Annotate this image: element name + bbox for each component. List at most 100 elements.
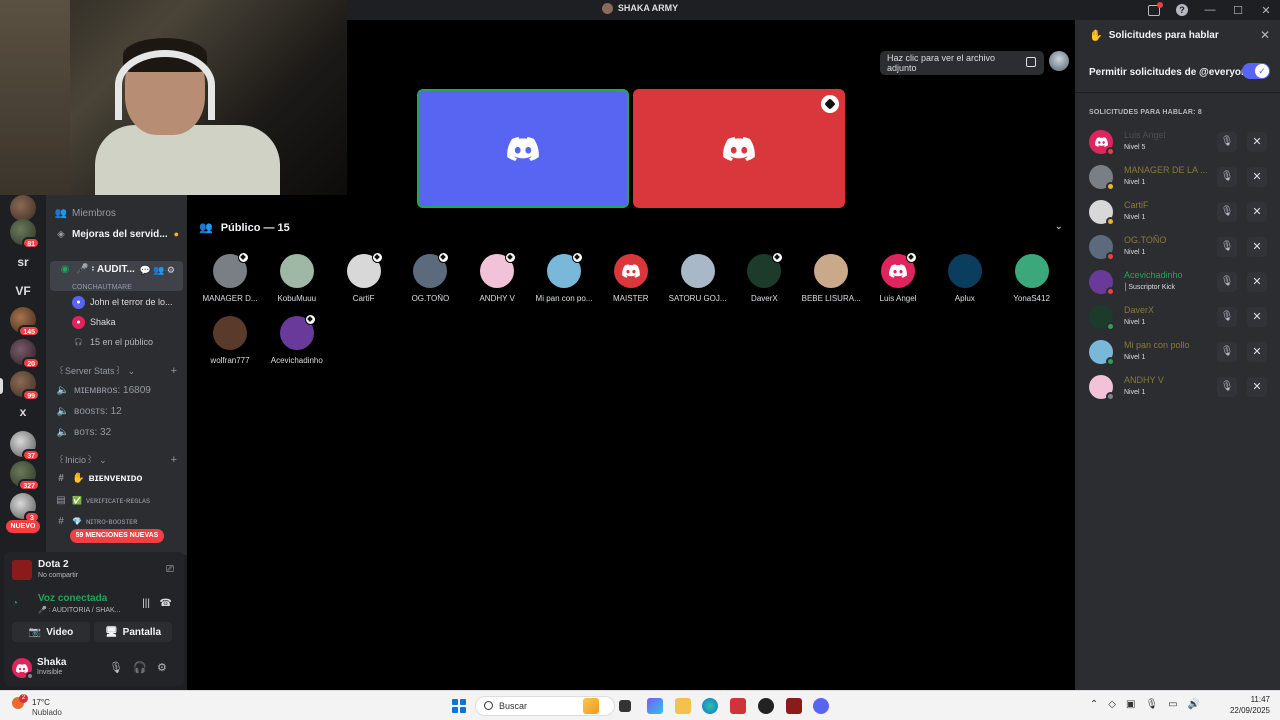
invite-to-speak-button[interactable]: 🎙 [1217,132,1237,152]
settings-gear-icon[interactable]: ⚙ [157,661,167,674]
signal-icon[interactable]: ◔ [12,598,18,609]
dismiss-request-button[interactable]: ✕ [1247,167,1267,187]
attachment-button[interactable]: Haz clic para ver el archivo adjunto [880,51,1044,75]
server-icon-6[interactable]: 20 [10,339,40,369]
audience-member[interactable]: MAISTER [598,254,664,310]
members-item[interactable]: 👥 Miembros [46,204,187,222]
channel-actions[interactable]: 💬 👥 ⚙ [140,265,175,276]
stat-channel[interactable]: 🔈 ʙᴏᴏsᴛs: 12 [46,402,187,420]
copilot-icon[interactable] [647,698,663,714]
dismiss-request-button[interactable]: ✕ [1247,202,1267,222]
invite-to-speak-button[interactable]: 🎙 [1217,307,1237,327]
mic-icon[interactable]: 🎙 [109,661,123,674]
server-icon-x[interactable]: x [10,399,36,425]
weather-widget[interactable]: 2 17°C Nublado [8,694,68,717]
start-button[interactable] [452,699,466,713]
audience-member[interactable]: DaverX [731,252,797,310]
video-button[interactable]: 📷 Video [12,622,90,642]
server-icon-5[interactable]: 145 [10,307,40,337]
speak-request-row[interactable]: Mi pan con pollo Nivel 1 🎙 ✕ [1075,334,1280,369]
network-icon[interactable]: ▭ [1168,699,1177,710]
noise-suppression-icon[interactable]: ||| [142,598,150,609]
speaker-tile-1[interactable] [417,89,629,208]
invite-to-speak-button[interactable]: 🎙 [1217,202,1237,222]
audience-member[interactable]: Aplux [932,254,998,310]
audience-member[interactable]: KobuMuuu [264,254,330,310]
server-icon-sr[interactable]: sr [10,249,36,275]
category-server-stats[interactable]: ꒰Server Stats꒱ ⌄ + [46,362,187,380]
audience-member[interactable]: ANDHY V [464,252,530,310]
dismiss-request-button[interactable]: ✕ [1247,377,1267,397]
speak-request-row[interactable]: CartiF Nivel 1 🎙 ✕ [1075,194,1280,229]
close-button[interactable]: ✕ [1252,4,1280,17]
audience-member[interactable]: BEBE LISURA... [798,254,864,310]
invite-to-speak-button[interactable]: 🎙 [1217,377,1237,397]
speak-request-row[interactable]: Luis Angel Nivel 5 🎙 ✕ [1075,124,1280,159]
voice-user[interactable]: ● John el terror de lo... [72,293,187,311]
server-icon-2[interactable]: 81 [10,219,40,249]
chevron-up-icon[interactable]: ⌃ [1090,699,1098,710]
boosts-item[interactable]: ◈ Mejoras del servid... ● [46,225,187,243]
server-icon-10[interactable]: 327 [10,461,40,491]
dismiss-request-button[interactable]: ✕ [1247,342,1267,362]
discord-taskbar-icon[interactable] [813,698,829,714]
audience-member[interactable]: Acevichadinho [264,314,330,372]
dismiss-request-button[interactable]: ✕ [1247,272,1267,292]
tray-app-icon[interactable]: ▣ [1126,699,1135,710]
channel-verificate[interactable]: ▤ ✅ ᴠᴇʀɪꜰɪᴄᴀᴛᴇ-ʀᴇɢʟᴀs [46,491,187,509]
server-icon-vf[interactable]: VF [10,278,36,304]
speaker-tile-2[interactable] [633,89,845,208]
dismiss-request-button[interactable]: ✕ [1247,307,1267,327]
audience-count[interactable]: 🎧 15 en el público [72,333,187,351]
help-icon[interactable]: ? [1176,4,1188,16]
dismiss-request-button[interactable]: ✕ [1247,132,1267,152]
screen-share-button[interactable]: 🖥 Pantalla [94,622,172,642]
inbox-icon[interactable] [1148,1,1163,16]
add-channel-icon[interactable]: + [171,454,177,466]
file-explorer-icon[interactable] [675,698,691,714]
speak-request-row[interactable]: OG.TOÑO Nivel 1 🎙 ✕ [1075,229,1280,264]
stat-channel[interactable]: 🔈 ʙᴏᴛs: 32 [46,423,187,441]
minimize-button[interactable]: — [1196,4,1224,16]
audience-member[interactable]: OG.TOÑO [397,252,463,310]
audience-member[interactable]: Mi pan con po... [531,252,597,310]
category-inicio[interactable]: ꒰Inicio꒱ ⌄ + [46,451,187,469]
headphones-icon[interactable]: 🎧 [133,661,147,674]
add-channel-icon[interactable]: + [171,365,177,377]
channel-bienvenido[interactable]: # ✋ ʙɪᴇɴᴠᴇɴɪᴅᴏ [46,469,187,487]
speak-request-row[interactable]: Acevichadinho │Suscriptor Kick 🎙 ✕ [1075,264,1280,299]
stream-game-icon[interactable]: ⎚ [166,564,174,575]
audience-member[interactable]: YonaS412 [999,254,1065,310]
speak-request-row[interactable]: ANDHY V Nivel 1 🎙 ✕ [1075,369,1280,404]
stat-channel[interactable]: 🔈 ᴍɪᴇᴍʙʀᴏs: 16809 [46,381,187,399]
channel-nitro[interactable]: # 💎 ɴɪᴛʀᴏ-ʙᴏᴏsᴛᴇʀ [46,512,187,530]
user-name[interactable]: Shaka [37,657,66,668]
new-mentions-pill[interactable]: 59 MENCIONES NUEVAS [70,529,164,543]
voice-user[interactable]: ● Shaka [72,313,187,331]
disconnect-icon[interactable]: ☎ [160,598,172,609]
obs-icon[interactable] [758,698,774,714]
task-view-icon[interactable] [619,700,631,712]
avatar[interactable] [12,658,34,680]
invite-to-speak-button[interactable]: 🎙 [1217,272,1237,292]
dismiss-request-button[interactable]: ✕ [1247,237,1267,257]
invite-to-speak-button[interactable]: 🎙 [1217,237,1237,257]
allow-requests-toggle[interactable] [1242,63,1270,79]
dota2-icon[interactable] [786,698,802,714]
audience-member[interactable]: Luis Angel [865,252,931,310]
avatar[interactable] [1049,51,1069,71]
chevron-down-icon[interactable]: ⌄ [1055,221,1063,232]
close-icon[interactable]: ✕ [1260,28,1270,42]
edge-browser-icon[interactable] [702,698,718,714]
volume-icon[interactable]: 🔊 [1188,699,1200,710]
server-icon-9[interactable]: 37 [10,431,40,461]
server-icon-7[interactable]: 99 [10,371,40,401]
speak-request-row[interactable]: DaverX Nivel 1 🎙 ✕ [1075,299,1280,334]
invite-to-speak-button[interactable]: 🎙 [1217,342,1237,362]
audience-member[interactable]: CartiF [331,252,397,310]
audience-member[interactable]: MANAGER D... [197,252,263,310]
clock[interactable]: 11:47 22/09/2025 [1210,695,1270,715]
server-icon-11[interactable]: 3 [10,493,40,523]
audience-member[interactable]: SATORU GOJ... [665,254,731,310]
voice-status-title[interactable]: Voz conectada [38,593,107,604]
